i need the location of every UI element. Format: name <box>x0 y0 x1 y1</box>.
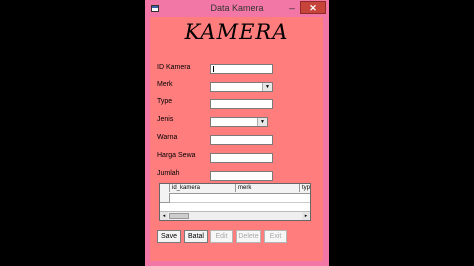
close-button[interactable]: ✕ <box>300 1 326 14</box>
title-bar[interactable]: Data Kamera _ ✕ <box>145 0 329 17</box>
chevron-down-icon[interactable]: ▼ <box>262 83 272 91</box>
minimize-button[interactable]: _ <box>283 0 301 14</box>
column-header-id-kamera[interactable]: id_kamera <box>170 184 236 192</box>
save-button[interactable]: Save <box>157 230 181 243</box>
scroll-right-icon[interactable]: ▸ <box>302 212 310 220</box>
column-header-merk[interactable]: merk <box>236 184 300 192</box>
form-icon <box>151 5 159 12</box>
horizontal-scrollbar[interactable]: ◂ ▸ <box>160 211 310 220</box>
table-row[interactable] <box>170 193 310 203</box>
scroll-left-icon[interactable]: ◂ <box>160 212 168 220</box>
form-client-area: KAMERA ID Kamera Merk ▼ Type Jenis ▼ War… <box>150 17 323 261</box>
warna-input[interactable] <box>210 135 273 145</box>
row-header-corner <box>160 184 170 192</box>
delete-button[interactable]: Delete <box>236 230 261 243</box>
label-jenis: Jenis <box>157 116 174 123</box>
label-warna: Warna <box>157 134 178 141</box>
row-selector[interactable] <box>160 193 170 203</box>
harga-sewa-input[interactable] <box>210 153 273 163</box>
kamera-data-grid[interactable]: id_kamera merk typ ◂ ▸ <box>159 183 311 221</box>
scroll-thumb[interactable] <box>169 213 189 219</box>
form-heading: KAMERA <box>184 20 289 44</box>
label-type: Type <box>157 98 173 105</box>
column-header-type[interactable]: typ <box>300 184 310 192</box>
data-kamera-window: Data Kamera _ ✕ KAMERA ID Kamera Merk ▼ … <box>145 0 329 266</box>
batal-button[interactable]: Batal <box>184 230 208 243</box>
edit-button[interactable]: Edit <box>210 230 233 243</box>
exit-button[interactable]: Exit <box>264 230 287 243</box>
merk-combobox[interactable]: ▼ <box>210 82 273 92</box>
id-kamera-input[interactable] <box>210 64 273 74</box>
chevron-down-icon[interactable]: ▼ <box>257 118 267 126</box>
window-title: Data Kamera <box>210 3 264 13</box>
jumlah-input[interactable] <box>210 171 273 181</box>
label-merk: Merk <box>157 81 173 88</box>
label-harga-sewa: Harga Sewa <box>157 152 196 159</box>
label-id-kamera: ID Kamera <box>157 64 191 71</box>
label-jumlah: Jumlah <box>157 170 180 177</box>
type-input[interactable] <box>210 99 273 109</box>
jenis-combobox[interactable]: ▼ <box>210 117 268 127</box>
